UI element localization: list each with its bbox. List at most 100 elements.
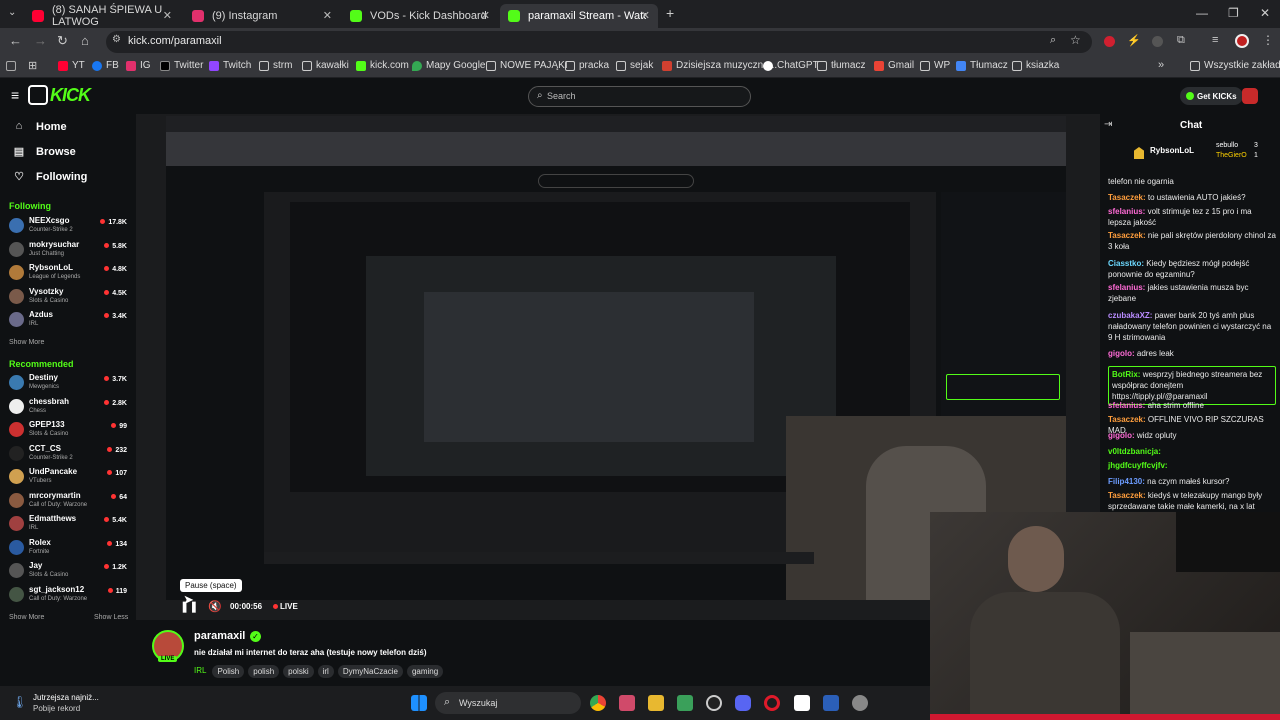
- browser-menu-icon[interactable]: ⋮: [1262, 33, 1274, 47]
- weather-line-1[interactable]: Jutrzejsza najniż...: [33, 693, 99, 702]
- sidebar-channel-rybsonlol[interactable]: RybsonLoL League of Legends 4.8K: [9, 262, 127, 286]
- capcut-icon[interactable]: [794, 695, 810, 711]
- chat-username[interactable]: sfelanius:: [1108, 401, 1145, 410]
- mute-icon[interactable]: 🔇: [208, 600, 222, 613]
- stream-tag[interactable]: irl: [317, 665, 334, 678]
- forward-icon[interactable]: →: [34, 33, 47, 48]
- chat-username[interactable]: Ciasstko:: [1108, 259, 1144, 268]
- bookmark-ksiazka[interactable]: ksiazka: [1012, 60, 1059, 71]
- kick-logo[interactable]: KICK: [28, 84, 91, 106]
- reload-icon[interactable]: ↻: [57, 33, 68, 49]
- bookmark-twitch[interactable]: Twitch: [209, 60, 251, 71]
- paint-icon[interactable]: [619, 695, 635, 711]
- tab-kick-dashboard[interactable]: VODs - Kick Dashboard ✕: [342, 4, 498, 28]
- close-window-icon[interactable]: ✕: [1260, 6, 1270, 20]
- sidebar-channel-chessbrah[interactable]: chessbrah Chess 2.8K: [9, 396, 127, 420]
- chat-username[interactable]: jhgdfcuyffcvjfv:: [1108, 461, 1168, 470]
- sidebar-channel-sgt-jackson12[interactable]: sgt_jackson12 Call of Duty: Warzone 119: [9, 584, 127, 608]
- sidebar-channel-jay[interactable]: Jay Slots & Casino 1.2K: [9, 560, 127, 584]
- bookmark-twitter[interactable]: Twitter: [160, 60, 203, 71]
- close-tab-icon[interactable]: ✕: [481, 9, 490, 22]
- chat-username[interactable]: BotRix:: [1112, 370, 1140, 379]
- hamburger-menu-icon[interactable]: ≡: [11, 87, 19, 103]
- tab-paramaxil-stream[interactable]: paramaxil Stream - Watch Live✕: [500, 4, 658, 28]
- taskbar-search[interactable]: ⌕ Wyszukaj: [435, 692, 581, 714]
- apps-grid-icon[interactable]: ⊞: [28, 59, 37, 72]
- back-icon[interactable]: ←: [9, 33, 22, 48]
- media-controls-icon[interactable]: ≡: [1212, 34, 1218, 46]
- all-bookmarks-folder[interactable]: Wszystkie zakładki: [1190, 60, 1280, 71]
- bookmark-wp[interactable]: WP: [920, 60, 950, 71]
- user-avatar[interactable]: [1242, 88, 1258, 104]
- weather-line-2[interactable]: Pobije rekord: [33, 704, 80, 713]
- stream-tag[interactable]: polski: [283, 665, 314, 678]
- sidebar-channel-neexcsgo[interactable]: NEEXcsgo Counter-Strike 2 17.8K: [9, 215, 127, 239]
- collapse-chat-icon[interactable]: ⇥: [1104, 119, 1112, 130]
- extensions-puzzle-icon[interactable]: ⧉: [1177, 34, 1185, 47]
- chrome-icon[interactable]: [590, 695, 606, 711]
- pause-button[interactable]: ❚❚: [180, 600, 198, 613]
- chat-username[interactable]: Tasaczek:: [1108, 193, 1146, 202]
- bookmark-tlumacz[interactable]: tłumacz: [817, 60, 865, 71]
- chat-username[interactable]: sfelanius:: [1108, 207, 1145, 216]
- show-more-recommended[interactable]: Show More: [9, 614, 44, 621]
- sidebar-channel-cct-cs[interactable]: CCT_CS Counter-Strike 2 232: [9, 443, 127, 467]
- nav-following[interactable]: ♡ Following: [12, 170, 87, 184]
- bookmark-sejak[interactable]: sejak: [616, 60, 653, 71]
- bookmarks-overflow-icon[interactable]: »: [1158, 59, 1164, 71]
- site-info-icon[interactable]: ⚙: [112, 34, 121, 45]
- windows-start-icon[interactable]: [411, 695, 427, 711]
- tab-instagram[interactable]: (9) Instagram ✕: [184, 4, 340, 28]
- sidebar-channel-destiny[interactable]: Destiny Mewgenics 3.7K: [9, 372, 127, 396]
- bookmark-maps[interactable]: Mapy Google: [412, 60, 485, 71]
- word-icon[interactable]: [823, 695, 839, 711]
- chat-username[interactable]: Tasaczek:: [1108, 231, 1146, 240]
- kick-search-input[interactable]: ⌕ Search: [528, 86, 751, 107]
- minimize-icon[interactable]: —: [1196, 6, 1208, 20]
- bookmark-yt[interactable]: YT: [58, 60, 85, 71]
- stream-tag[interactable]: Polish: [212, 665, 245, 678]
- bookmark-muzyczna[interactable]: Dzisiejsza muzyczna...: [662, 60, 777, 71]
- sidebar-channel-mrcorymartin[interactable]: mrcorymartin Call of Duty: Warzone 64: [9, 490, 127, 514]
- opera-icon[interactable]: [764, 695, 780, 711]
- settings-gear-icon[interactable]: [852, 695, 868, 711]
- stream-tag[interactable]: polish: [248, 665, 280, 678]
- bookmark-tlumacz-2[interactable]: Tłumacz: [956, 60, 1008, 71]
- bookmark-kawalki[interactable]: kawałki: [302, 60, 349, 71]
- chat-username[interactable]: gigolo:: [1108, 431, 1135, 440]
- streamer-name[interactable]: paramaxil: [194, 630, 245, 642]
- chat-username[interactable]: czubakaXZ:: [1108, 311, 1152, 320]
- new-tab-button[interactable]: +: [666, 5, 674, 21]
- close-tab-icon[interactable]: ✕: [641, 9, 650, 22]
- bookmark-fb[interactable]: FB: [92, 60, 119, 71]
- tab-list-chevron-icon[interactable]: ⌄: [8, 7, 16, 18]
- extension-kick-icon[interactable]: ⚡: [1127, 34, 1141, 47]
- nav-home[interactable]: ⌂ Home: [12, 120, 67, 134]
- nav-browse[interactable]: ▤ Browse: [12, 145, 76, 159]
- steam-icon[interactable]: [706, 695, 722, 711]
- bookmark-strm[interactable]: strm: [259, 60, 292, 71]
- sidebar-channel-mokrysuchar[interactable]: mokrysuchar Just Chatting 5.8K: [9, 239, 127, 263]
- sidebar-channel-vysotzky[interactable]: Vysotzky Slots & Casino 4.5K: [9, 286, 127, 310]
- sidebar-channel-undpancake[interactable]: UndPancake VTubers 107: [9, 466, 127, 490]
- extension-grey-icon[interactable]: [1152, 36, 1163, 47]
- sidebar-channel-gpep133[interactable]: GPEP133 Slots & Casino 99: [9, 419, 127, 443]
- discord-icon[interactable]: [735, 695, 751, 711]
- close-tab-icon[interactable]: ✕: [323, 9, 332, 22]
- top-gifter-1[interactable]: RybsonLoL: [1150, 146, 1194, 155]
- stream-tag[interactable]: gaming: [406, 665, 444, 678]
- zoom-icon[interactable]: ⌕: [1050, 34, 1056, 47]
- stream-category[interactable]: IRL: [194, 666, 206, 675]
- get-kicks-button[interactable]: Get KICKs: [1180, 87, 1243, 105]
- shield-icon[interactable]: [677, 695, 693, 711]
- profile-avatar[interactable]: [1235, 34, 1249, 48]
- bookmark-gmail[interactable]: Gmail: [874, 60, 914, 71]
- chat-username[interactable]: v0ltdzbanicja:: [1108, 447, 1161, 456]
- chat-username[interactable]: Tasaczek:: [1108, 491, 1146, 500]
- chat-username[interactable]: sfelanius:: [1108, 283, 1145, 292]
- url-bar[interactable]: ⚙ kick.com/paramaxil ⌕ ☆: [106, 31, 1092, 53]
- extension-record-icon[interactable]: [1104, 36, 1115, 47]
- bookmark-ig[interactable]: IG: [126, 60, 151, 71]
- sidebar-channel-edmatthews[interactable]: Edmatthews IRL 5.4K: [9, 513, 127, 537]
- show-more-following[interactable]: Show More: [9, 339, 44, 346]
